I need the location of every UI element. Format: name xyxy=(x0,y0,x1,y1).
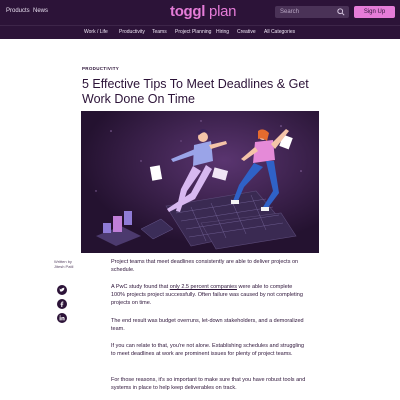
share-facebook-button[interactable] xyxy=(57,299,67,309)
hero-illustration-art xyxy=(81,111,319,253)
share-linkedin-button[interactable] xyxy=(57,313,67,323)
article-paragraph: A PwC study found that only 2.5 percent … xyxy=(111,283,306,308)
toggl-plan-logo[interactable]: toggl plan xyxy=(170,3,236,20)
nav-products-link[interactable]: Products xyxy=(6,8,30,14)
category-hiring[interactable]: Hiring xyxy=(216,29,229,35)
sign-up-button[interactable]: Sign Up xyxy=(354,6,395,18)
facebook-icon xyxy=(60,301,64,307)
article-paragraph: The end result was budget overruns, let-… xyxy=(111,318,304,333)
category-teams[interactable]: Teams xyxy=(152,29,167,35)
nav-news-link[interactable]: News xyxy=(33,8,48,14)
category-creative[interactable]: Creative xyxy=(237,29,256,35)
top-navbar: Products News toggl plan Search Sign Up xyxy=(0,0,400,25)
article-title: 5 Effective Tips To Meet Deadlines & Get… xyxy=(82,77,309,106)
twitter-icon xyxy=(59,287,65,292)
author-byline: Written by Jitesh Patil xyxy=(54,259,74,269)
category-project-planning[interactable]: Project Planning xyxy=(175,29,211,35)
search-placeholder: Search xyxy=(280,9,300,15)
category-productivity[interactable]: Productivity xyxy=(119,29,145,35)
search-icon xyxy=(337,8,345,16)
hero-illustration xyxy=(81,111,319,253)
article-paragraph: For those reasons, it's so important to … xyxy=(111,377,306,392)
paragraph-text: A PwC study found that xyxy=(111,284,170,290)
linkedin-icon xyxy=(59,315,65,321)
share-twitter-button[interactable] xyxy=(57,285,67,295)
article-paragraph: Project teams that meet deadlines consis… xyxy=(111,259,299,274)
search-input[interactable]: Search xyxy=(275,6,349,18)
pwc-study-link[interactable]: only 2.5 percent companies xyxy=(170,284,237,290)
category-work-life[interactable]: Work / Life xyxy=(84,29,108,35)
logo-light-text: plan xyxy=(205,3,237,20)
category-bar: Work / Life Productivity Teams Project P… xyxy=(0,25,400,39)
logo-bold-text: toggl xyxy=(170,3,206,20)
category-all[interactable]: All Categories xyxy=(264,29,295,35)
article-category-label[interactable]: PRODUCTIVITY xyxy=(82,66,119,71)
article-paragraph: If you can relate to that, you're not al… xyxy=(111,343,305,358)
